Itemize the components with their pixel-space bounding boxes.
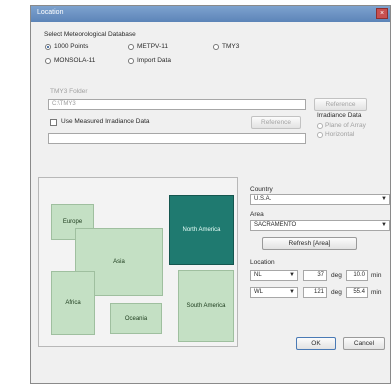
latitude-minutes-field[interactable]: 10.0 [346,270,368,281]
area-value: SACRAMENTO [254,222,297,228]
tmy3-reference-button[interactable]: Reference [314,98,367,111]
longitude-minutes-unit: min [371,289,382,296]
continent-south-america[interactable]: South America [178,270,234,342]
longitude-direction-select[interactable]: WL ▼ [250,287,298,298]
continent-africa-label: Africa [65,300,81,306]
radio-tmy3-label: TMY3 [222,43,240,50]
irradiance-data-label: Irradiance Data [317,112,362,119]
latitude-direction-value: NL [254,272,262,278]
continent-north-america[interactable]: North America [169,195,234,265]
continent-europe-label: Europe [62,219,83,225]
chevron-down-icon: ▼ [289,272,295,278]
ok-button[interactable]: OK [296,337,336,350]
measured-data-label: Use Measured Irradiance Data [61,118,150,125]
continent-north-america-label: North America [182,227,221,233]
radio-1000-points-label: 1000 Points [54,43,89,50]
radio-monsola11[interactable] [45,58,51,64]
continent-south-america-label: South America [186,303,226,309]
close-icon[interactable]: × [376,8,388,19]
continent-asia-label: Asia [113,259,125,265]
radio-metpv11[interactable] [128,44,134,50]
location-label: Location [250,259,275,266]
radio-horizontal[interactable] [317,132,323,138]
area-label: Area [250,211,264,218]
location-dialog: Location × Select Meteorological Databas… [30,5,391,384]
measured-data-checkbox[interactable] [50,119,57,126]
latitude-degrees-field[interactable]: 37 [303,270,327,281]
window-title: Location [37,9,64,16]
radio-1000-points[interactable] [45,44,51,50]
radio-tmy3[interactable] [213,44,219,50]
tmy3-folder-label: TMY3 Folder [50,88,88,95]
country-value: U.S.A. [254,196,272,202]
longitude-direction-value: WL [254,289,263,295]
area-select[interactable]: SACRAMENTO ▼ [250,220,390,231]
country-select[interactable]: U.S.A. ▼ [250,194,390,205]
radio-plane-of-array-label: Plane of Array [325,122,366,129]
measured-data-field[interactable] [48,133,306,144]
country-label: Country [250,186,273,193]
continent-africa[interactable]: Africa [51,271,95,335]
radio-metpv11-label: METPV-11 [137,43,168,50]
chevron-down-icon: ▼ [381,196,387,202]
chevron-down-icon: ▼ [289,289,295,295]
radio-monsola11-label: MONSOLA-11 [54,57,96,64]
cancel-button[interactable]: Cancel [343,337,385,350]
latitude-minutes-unit: min [371,272,382,279]
latitude-degrees-unit: deg [331,272,342,279]
database-label: Select Meteorological Database [44,31,136,38]
longitude-degrees-unit: deg [331,289,342,296]
chevron-down-icon: ▼ [381,222,387,228]
tmy3-folder-field[interactable]: C:\TMY3 [48,99,306,110]
radio-import-data-label: Import Data [137,57,171,64]
continent-oceania[interactable]: Oceania [110,303,162,334]
continent-map: Europe Asia Africa Oceania North America… [38,177,238,347]
latitude-direction-select[interactable]: NL ▼ [250,270,298,281]
radio-import-data[interactable] [128,58,134,64]
continent-oceania-label: Oceania [124,315,148,322]
radio-horizontal-label: Horizontal [325,131,355,138]
radio-plane-of-array[interactable] [317,123,323,129]
longitude-degrees-field[interactable]: 121 [303,287,327,298]
title-bar[interactable]: Location × [31,6,390,22]
refresh-area-button[interactable]: Refresh [Area] [262,237,357,250]
measured-reference-button[interactable]: Reference [251,116,301,129]
longitude-minutes-field[interactable]: 55.4 [346,287,368,298]
